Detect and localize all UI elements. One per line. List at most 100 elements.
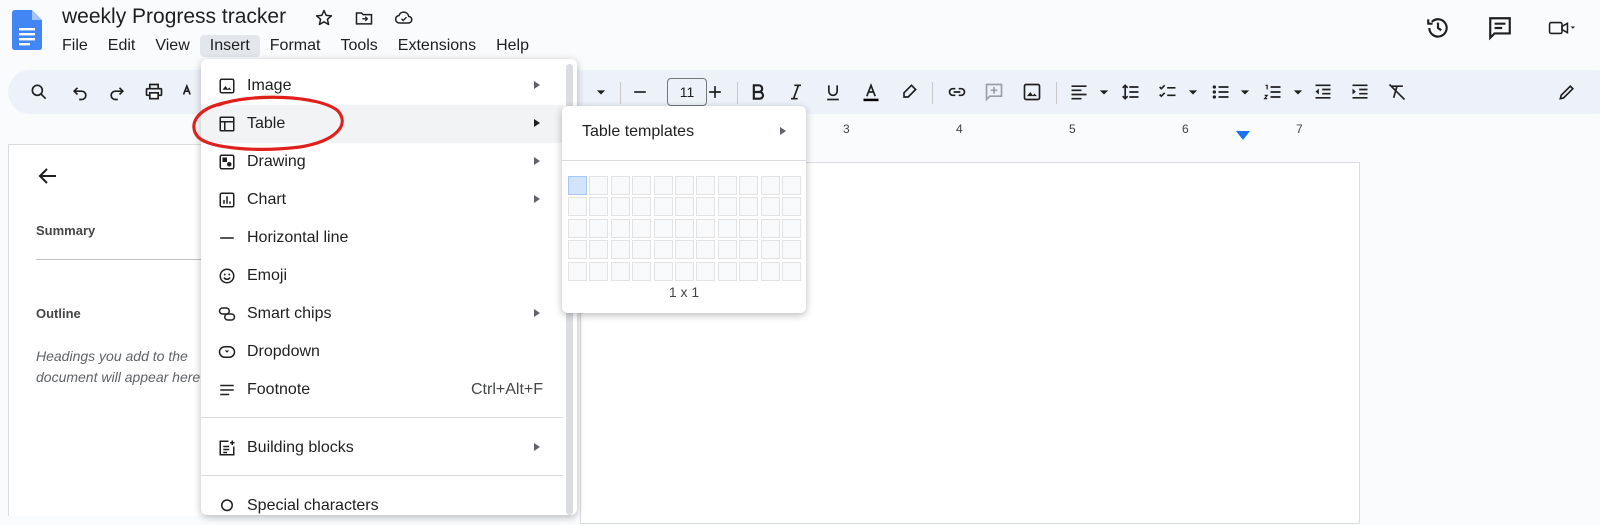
table-grid-cell[interactable]: [717, 240, 737, 260]
table-size-grid[interactable]: [568, 176, 801, 281]
bulleted-list-icon[interactable]: [1208, 79, 1234, 105]
table-grid-cell[interactable]: [568, 218, 587, 238]
table-grid-cell[interactable]: [674, 218, 694, 238]
redo-icon[interactable]: [104, 79, 130, 105]
table-grid-cell[interactable]: [653, 261, 673, 281]
table-grid-cell[interactable]: [632, 240, 652, 260]
table-grid-cell[interactable]: [696, 218, 716, 238]
table-grid-cell[interactable]: [717, 218, 737, 238]
table-grid-cell[interactable]: [696, 197, 716, 217]
table-grid-cell[interactable]: [781, 261, 801, 281]
menu-item-image[interactable]: Image: [201, 67, 563, 105]
table-grid-cell[interactable]: [739, 218, 759, 238]
table-grid-cell[interactable]: [632, 261, 652, 281]
table-grid-cell[interactable]: [653, 176, 673, 195]
menu-item-horizontal-line[interactable]: Horizontal line: [201, 219, 563, 257]
table-grid-cell[interactable]: [610, 240, 630, 260]
menu-item-emoji[interactable]: Emoji: [201, 257, 563, 295]
menu-format[interactable]: Format: [260, 35, 331, 57]
checklist-icon[interactable]: [1155, 79, 1181, 105]
table-grid-cell[interactable]: [781, 218, 801, 238]
bold-icon[interactable]: [745, 79, 771, 105]
table-grid-cell[interactable]: [760, 176, 780, 195]
back-arrow-icon[interactable]: [36, 164, 60, 193]
insert-image-icon[interactable]: [1019, 79, 1045, 105]
document-title[interactable]: weekly Progress tracker: [62, 5, 286, 29]
undo-icon[interactable]: [67, 79, 93, 105]
align-left-icon[interactable]: [1066, 79, 1092, 105]
print-icon[interactable]: [141, 79, 167, 105]
menu-view[interactable]: View: [145, 35, 199, 57]
font-size-input[interactable]: 11: [667, 78, 707, 106]
menu-item-special-characters[interactable]: Special characters: [201, 487, 563, 525]
table-grid-cell[interactable]: [589, 218, 609, 238]
table-grid-cell[interactable]: [653, 218, 673, 238]
table-grid-cell[interactable]: [589, 261, 609, 281]
table-grid-cell[interactable]: [589, 176, 609, 195]
docs-logo-icon[interactable]: [12, 10, 42, 50]
clear-formatting-icon[interactable]: [1384, 79, 1410, 105]
menu-item-table[interactable]: Table: [201, 105, 563, 143]
table-grid-cell[interactable]: [696, 240, 716, 260]
table-grid-cell[interactable]: [674, 240, 694, 260]
table-grid-cell[interactable]: [674, 176, 694, 195]
table-grid-cell[interactable]: [781, 240, 801, 260]
table-grid-cell[interactable]: [653, 197, 673, 217]
table-grid-cell[interactable]: [589, 197, 609, 217]
move-folder-icon[interactable]: [352, 6, 376, 30]
decrease-indent-icon[interactable]: [1310, 79, 1336, 105]
menu-item-dropdown[interactable]: Dropdown: [201, 333, 563, 371]
comments-icon[interactable]: [1486, 14, 1514, 42]
menu-item-footnote[interactable]: Footnote Ctrl+Alt+F: [201, 371, 563, 409]
insert-link-icon[interactable]: [944, 79, 970, 105]
table-grid-cell[interactable]: [760, 240, 780, 260]
numbered-list-caret-icon[interactable]: [1285, 79, 1311, 105]
table-grid-cell[interactable]: [739, 197, 759, 217]
cloud-saved-icon[interactable]: [392, 6, 416, 30]
menu-item-building-blocks[interactable]: Building blocks: [201, 429, 563, 467]
table-grid-cell[interactable]: [760, 197, 780, 217]
table-grid-cell[interactable]: [632, 176, 652, 195]
table-templates-item[interactable]: Table templates: [582, 123, 694, 141]
table-grid-cell[interactable]: [739, 240, 759, 260]
line-spacing-icon[interactable]: [1118, 79, 1144, 105]
menu-item-drawing[interactable]: Drawing: [201, 143, 563, 181]
menu-edit[interactable]: Edit: [98, 35, 146, 57]
table-grid-cell[interactable]: [717, 197, 737, 217]
version-history-icon[interactable]: [1424, 14, 1452, 42]
menu-item-smart-chips[interactable]: Smart chips: [201, 295, 563, 333]
menu-insert[interactable]: Insert: [199, 35, 260, 57]
star-icon[interactable]: [312, 6, 336, 30]
table-grid-cell[interactable]: [739, 176, 759, 195]
highlight-color-icon[interactable]: [896, 79, 922, 105]
table-grid-cell[interactable]: [781, 176, 801, 195]
menu-tools[interactable]: Tools: [330, 35, 387, 57]
menu-item-chart[interactable]: Chart: [201, 181, 563, 219]
add-comment-icon[interactable]: [981, 79, 1007, 105]
table-grid-cell[interactable]: [610, 176, 630, 195]
table-grid-cell[interactable]: [760, 218, 780, 238]
table-grid-cell[interactable]: [653, 240, 673, 260]
align-caret-icon[interactable]: [1091, 79, 1117, 105]
table-grid-cell[interactable]: [696, 176, 716, 195]
table-grid-cell[interactable]: [610, 197, 630, 217]
table-grid-cell[interactable]: [568, 176, 587, 195]
search-menus-icon[interactable]: [26, 79, 52, 105]
table-grid-cell[interactable]: [632, 197, 652, 217]
menu-file[interactable]: File: [52, 35, 98, 57]
decrease-font-size-icon[interactable]: [627, 79, 653, 105]
table-grid-cell[interactable]: [760, 261, 780, 281]
table-grid-cell[interactable]: [632, 218, 652, 238]
underline-icon[interactable]: [820, 79, 846, 105]
table-grid-cell[interactable]: [717, 261, 737, 281]
horizontal-ruler[interactable]: 3 4 5 6 7: [806, 120, 1366, 142]
table-grid-cell[interactable]: [589, 240, 609, 260]
table-grid-cell[interactable]: [610, 218, 630, 238]
table-grid-cell[interactable]: [674, 197, 694, 217]
text-color-icon[interactable]: [858, 79, 884, 105]
bulleted-list-caret-icon[interactable]: [1232, 79, 1258, 105]
table-grid-cell[interactable]: [739, 261, 759, 281]
table-grid-cell[interactable]: [696, 261, 716, 281]
table-grid-cell[interactable]: [568, 197, 587, 217]
table-grid-cell[interactable]: [568, 240, 587, 260]
